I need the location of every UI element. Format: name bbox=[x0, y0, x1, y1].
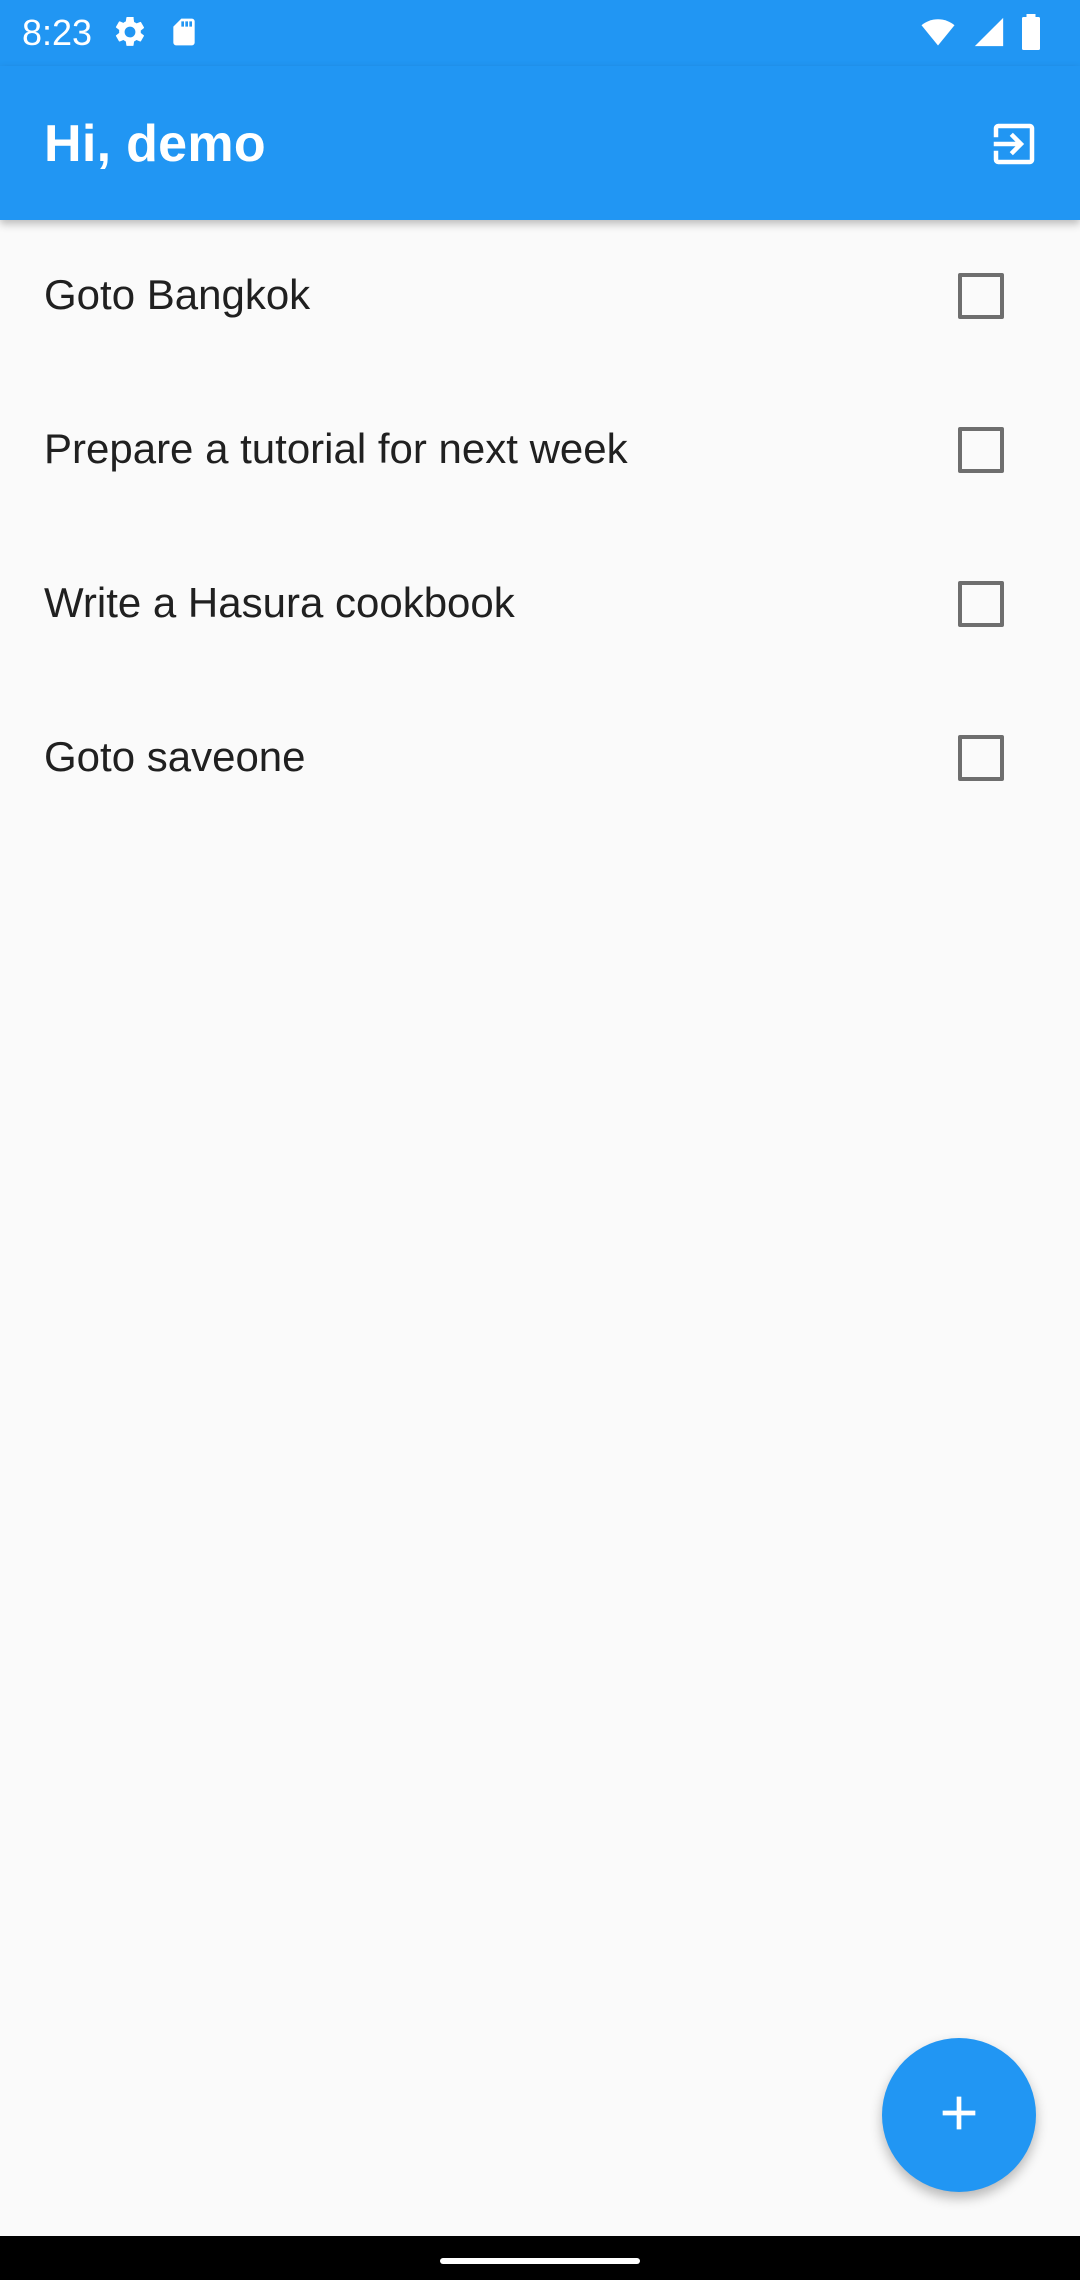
gear-icon bbox=[112, 14, 148, 55]
home-indicator[interactable] bbox=[440, 2258, 640, 2264]
list-item[interactable]: Prepare a tutorial for next week bbox=[0, 374, 1080, 528]
todo-title: Prepare a tutorial for next week bbox=[44, 425, 628, 472]
todo-list: Goto Bangkok Prepare a tutorial for next… bbox=[0, 220, 1080, 836]
status-time: 8:23 bbox=[22, 12, 93, 53]
list-item[interactable]: Goto Bangkok bbox=[0, 220, 1080, 374]
logout-button[interactable] bbox=[974, 106, 1054, 186]
todo-screen: 8:23 Hi, demo Goto Bangkok Prepare a tut… bbox=[0, 0, 1080, 2280]
plus-icon bbox=[931, 2085, 987, 2146]
todo-checkbox[interactable] bbox=[958, 427, 1004, 473]
navigation-bar bbox=[0, 2236, 1080, 2280]
app-bar: Hi, demo bbox=[0, 66, 1080, 220]
battery-icon bbox=[1020, 14, 1042, 55]
todo-title: Goto Bangkok bbox=[44, 271, 311, 318]
status-right-icons bbox=[918, 14, 1042, 55]
todo-checkbox[interactable] bbox=[958, 581, 1004, 627]
signal-icon bbox=[972, 14, 1006, 55]
todo-title: Goto saveone bbox=[44, 733, 306, 780]
page-title: Hi, demo bbox=[44, 115, 266, 173]
todo-checkbox[interactable] bbox=[958, 735, 1004, 781]
logout-icon bbox=[987, 117, 1041, 176]
status-left-icons bbox=[112, 14, 200, 55]
todo-checkbox[interactable] bbox=[958, 273, 1004, 319]
sd-card-icon bbox=[168, 14, 200, 55]
list-item[interactable]: Write a Hasura cookbook bbox=[0, 528, 1080, 682]
add-todo-button[interactable] bbox=[882, 2038, 1036, 2192]
todo-title: Write a Hasura cookbook bbox=[44, 579, 515, 626]
list-item[interactable]: Goto saveone bbox=[0, 682, 1080, 836]
status-bar: 8:23 bbox=[0, 0, 1080, 66]
wifi-icon bbox=[918, 14, 958, 55]
